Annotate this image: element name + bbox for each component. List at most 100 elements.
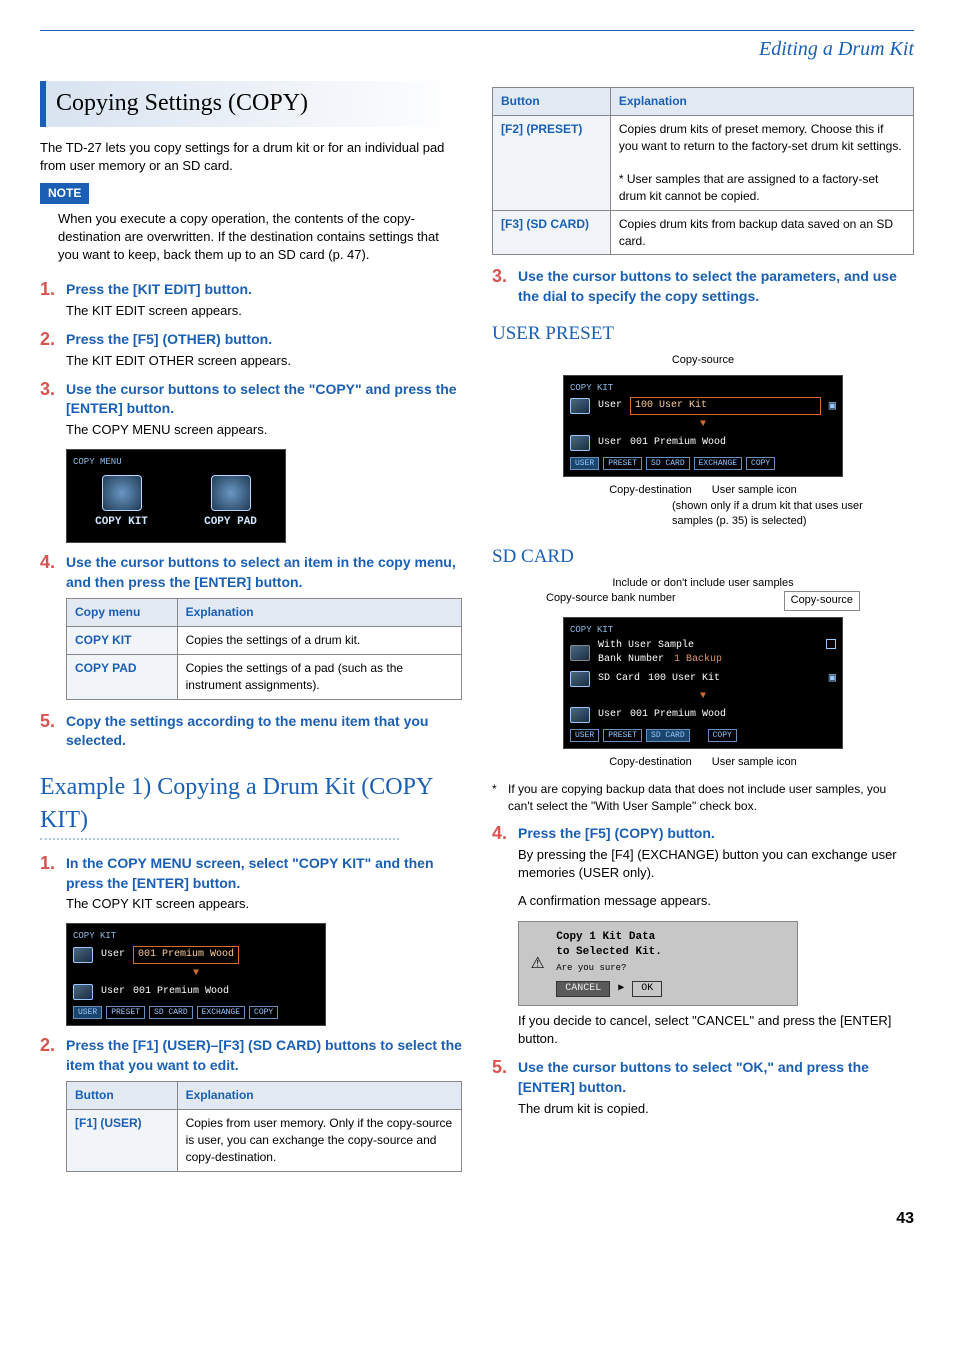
after-confirm-text: If you decide to cancel, select "CANCEL"… <box>518 1012 914 1048</box>
kit-icon <box>570 671 590 687</box>
user-preset-heading: USER PRESET <box>492 321 914 348</box>
dotted-rule <box>40 838 399 840</box>
kit-name-source[interactable]: 001 Premium Wood <box>133 946 239 964</box>
button-table-right: Button Explanation [F2] (PRESET) Copies … <box>492 87 914 255</box>
step-heading: Use the cursor buttons to select "OK," a… <box>518 1058 914 1097</box>
example-heading: Example 1) Copying a Drum Kit (COPY KIT) <box>40 771 462 838</box>
caption-include-samples: Include or don't include user samples <box>492 576 914 591</box>
row-label: User <box>101 948 125 962</box>
step-number: 5. <box>40 712 60 751</box>
footnote-text: If you are copying backup data that does… <box>508 781 914 815</box>
caption-bank-number: Copy-source bank number <box>546 591 676 610</box>
tab-copy[interactable]: COPY <box>249 1006 278 1019</box>
col-header: Explanation <box>177 599 461 627</box>
warning-icon: ⚠ <box>531 948 544 979</box>
step-body-2: A confirmation message appears. <box>518 892 914 910</box>
caption-copy-source-box: Copy-source <box>784 591 860 610</box>
user-sample-icon: ▣ <box>829 670 836 687</box>
note-block: NOTE When you execute a copy operation, … <box>40 183 462 264</box>
row-label: User <box>598 708 622 722</box>
screen-title: COPY KIT <box>73 930 319 943</box>
user-preset-screenshot: COPY KIT User 100 User Kit ▣ ▼ User 001 … <box>563 375 843 478</box>
cell: Copies the settings of a drum kit. <box>177 627 461 655</box>
kit-name-dest[interactable]: 001 Premium Wood <box>133 985 229 999</box>
confirm-line-1: Copy 1 Kit Data <box>556 930 662 945</box>
ok-button[interactable]: OK <box>632 981 662 997</box>
step-body: By pressing the [F4] (EXCHANGE) button y… <box>518 846 914 882</box>
step-number: 1. <box>40 280 60 300</box>
table-row: [F1] (USER) Copies from user memory. Onl… <box>67 1110 462 1171</box>
tab-sdcard[interactable]: SD CARD <box>646 457 690 470</box>
tab-sdcard[interactable]: SD CARD <box>149 1006 193 1019</box>
row-label: SD Card <box>598 672 640 686</box>
cell: Copies drum kits of preset memory. Choos… <box>610 115 913 210</box>
tab-user[interactable]: USER <box>73 1006 102 1019</box>
cell: Copies drum kits from backup data saved … <box>610 210 913 255</box>
tab-preset[interactable]: PRESET <box>603 729 642 742</box>
tab-user[interactable]: USER <box>570 457 599 470</box>
step-heading: Press the [F5] (OTHER) button. <box>66 330 272 350</box>
user-sample-icon: ▣ <box>829 398 836 415</box>
step-heading: Press the [KIT EDIT] button. <box>66 280 252 300</box>
kit-name-dest[interactable]: 001 Premium Wood <box>630 436 836 450</box>
step-number: 3. <box>40 380 60 419</box>
sd-card-screenshot: COPY KIT With User Sample Bank Number 1 … <box>563 617 843 750</box>
tab-sdcard[interactable]: SD CARD <box>646 729 690 742</box>
tab-preset[interactable]: PRESET <box>106 1006 145 1019</box>
kit-icon <box>570 707 590 723</box>
bank-number-value[interactable]: 1 Backup <box>674 653 722 667</box>
copy-menu-screenshot: COPY MENU COPY KIT COPY PAD <box>66 449 286 543</box>
screen-title: COPY KIT <box>570 624 836 637</box>
step-number: 4. <box>492 824 512 844</box>
step-number: 3. <box>492 267 512 306</box>
step-number: 2. <box>40 330 60 350</box>
copy-kit-screenshot: COPY KIT User 001 Premium Wood ▼ User 00… <box>66 923 326 1026</box>
ex-step-2: 2. Press the [F1] (USER)–[F3] (SD CARD) … <box>40 1036 462 1075</box>
kit-name-dest[interactable]: 001 Premium Wood <box>630 708 836 722</box>
tab-exchange[interactable]: EXCHANGE <box>197 1006 245 1019</box>
bank-number-label: Bank Number <box>598 653 664 667</box>
cancel-button[interactable]: CANCEL <box>556 981 610 997</box>
copy-pad-label: COPY PAD <box>204 515 257 530</box>
tab-copy[interactable]: COPY <box>708 729 737 742</box>
sd-icon <box>570 645 590 661</box>
step-body: The COPY KIT screen appears. <box>66 895 462 913</box>
ex-step-4: 4. Press the [F5] (COPY) button. <box>492 824 914 844</box>
step-body: The KIT EDIT screen appears. <box>66 302 462 320</box>
cell: Copies the settings of a pad (such as th… <box>177 655 461 700</box>
caption-row: Copy-destination User sample icon <box>492 755 914 770</box>
sd-footnote: * If you are copying backup data that do… <box>492 781 914 815</box>
kit-icon <box>570 435 590 451</box>
row-label: User <box>101 985 125 999</box>
screen-title: COPY KIT <box>570 382 836 395</box>
table-row: COPY KIT Copies the settings of a drum k… <box>67 627 462 655</box>
cell: Copies from user memory. Only if the cop… <box>177 1110 461 1171</box>
step-heading: Use the cursor buttons to select the "CO… <box>66 380 462 419</box>
table-row: COPY PAD Copies the settings of a pad (s… <box>67 655 462 700</box>
tab-copy[interactable]: COPY <box>746 457 775 470</box>
tab-user[interactable]: USER <box>570 729 599 742</box>
caption-copy-destination: Copy-destination <box>609 483 692 498</box>
kit-icon <box>73 984 93 1000</box>
table-row: [F3] (SD CARD) Copies drum kits from bac… <box>493 210 914 255</box>
kit-name-source[interactable]: 100 User Kit <box>630 397 821 415</box>
copy-pad-item[interactable]: COPY PAD <box>204 475 257 530</box>
confirm-screenshot: ⚠ Copy 1 Kit Data to Selected Kit. Are y… <box>518 921 798 1006</box>
button-table-left: Button Explanation [F1] (USER) Copies fr… <box>66 1081 462 1171</box>
kit-icon <box>73 947 93 963</box>
tab-exchange[interactable]: EXCHANGE <box>694 457 742 470</box>
with-user-sample-checkbox[interactable] <box>826 639 836 649</box>
col-header: Explanation <box>177 1082 461 1110</box>
step-5: 5. Copy the settings according to the me… <box>40 712 462 751</box>
step-heading: Use the cursor buttons to select an item… <box>66 553 462 592</box>
tab-preset[interactable]: PRESET <box>603 457 642 470</box>
table-header-row: Copy menu Explanation <box>67 599 462 627</box>
kit-name-source[interactable]: 100 User Kit <box>648 672 821 686</box>
copy-kit-item[interactable]: COPY KIT <box>95 475 148 530</box>
step-body: The KIT EDIT OTHER screen appears. <box>66 352 462 370</box>
copy-kit-label: COPY KIT <box>95 515 148 530</box>
ex-step-1: 1. In the COPY MENU screen, select "COPY… <box>40 854 462 893</box>
right-column: Button Explanation [F2] (PRESET) Copies … <box>492 81 914 1184</box>
user-sample-note: (shown only if a drum kit that uses user… <box>672 499 872 530</box>
step-heading: Press the [F5] (COPY) button. <box>518 824 715 844</box>
